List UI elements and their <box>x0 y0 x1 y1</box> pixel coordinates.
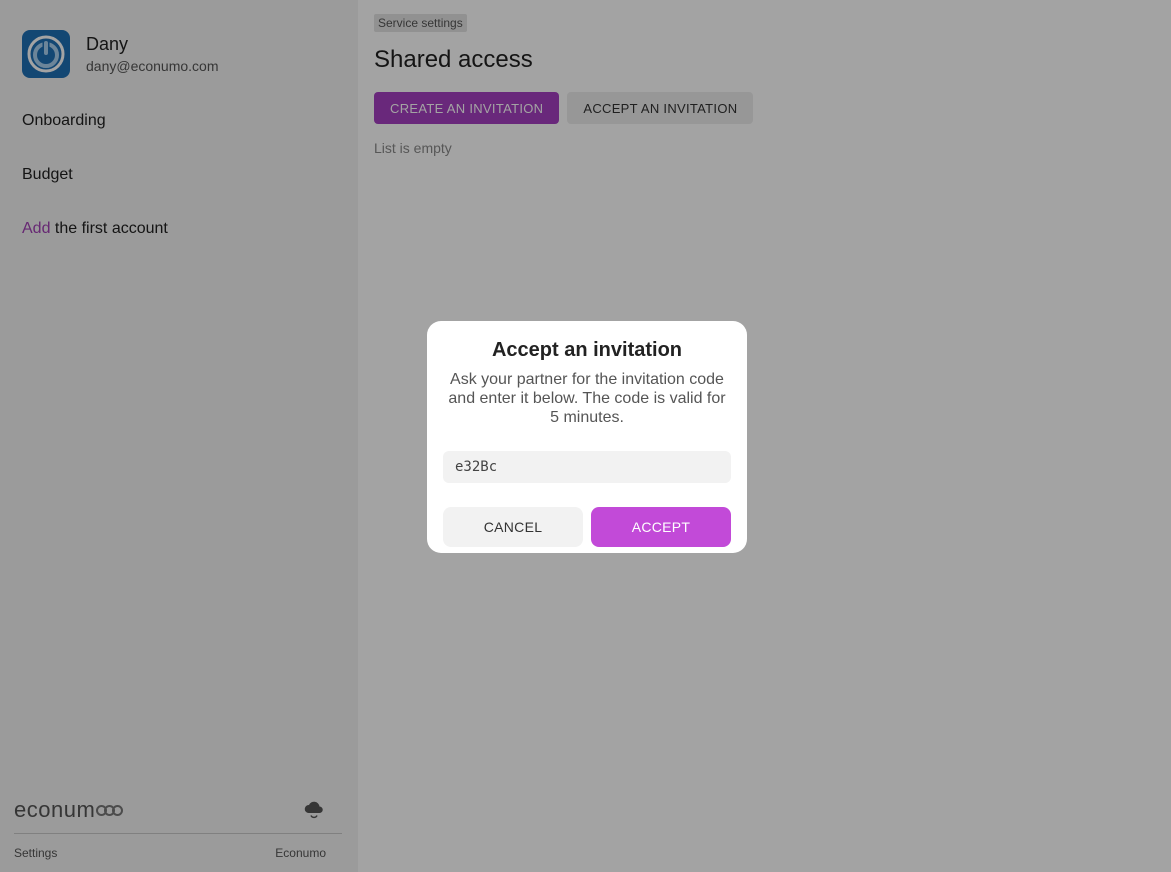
app: Dany dany@econumo.com Onboarding Budget … <box>0 0 1171 872</box>
dialog-title: Accept an invitation <box>491 339 683 361</box>
invitation-code-input[interactable] <box>443 451 731 483</box>
accept-button[interactable]: ACCEPT <box>591 507 731 547</box>
cancel-button[interactable]: CANCEL <box>443 507 583 547</box>
accept-invitation-dialog: Accept an invitation Ask your partner fo… <box>427 321 747 553</box>
dialog-actions: CANCEL ACCEPT <box>443 507 731 547</box>
dialog-description: Ask your partner for the invitation code… <box>448 371 726 426</box>
